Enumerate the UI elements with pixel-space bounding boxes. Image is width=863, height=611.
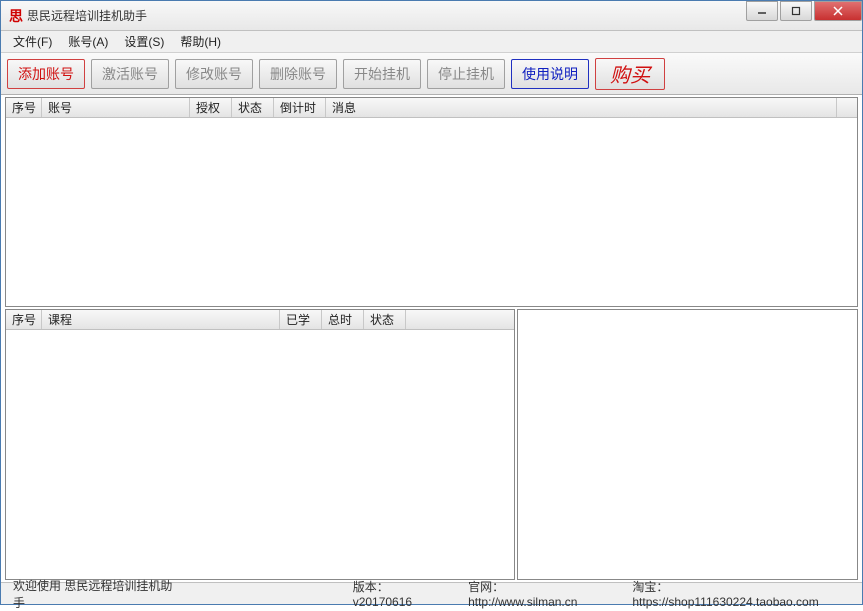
app-icon: 思 (9, 6, 23, 26)
start-hang-button[interactable]: 开始挂机 (343, 59, 421, 89)
status-site: 官网：http://www.silman.cn (462, 578, 616, 609)
accounts-pane: 序号 账号 授权 状态 倒计时 消息 (5, 97, 858, 307)
titlebar: 思 思民远程培训挂机助手 (1, 1, 862, 31)
window-title: 思民远程培训挂机助手 (27, 7, 147, 24)
content-area: 序号 账号 授权 状态 倒计时 消息 序号 课程 已学 总时 状态 (1, 95, 862, 582)
courses-pane: 序号 课程 已学 总时 状态 (5, 309, 515, 580)
col-status[interactable]: 状态 (232, 98, 274, 117)
col2-spacer (406, 310, 514, 329)
statusbar: 欢迎使用 思民远程培训挂机助手 版本：v20170616 官网：http://w… (1, 582, 862, 604)
accounts-table-body[interactable] (6, 118, 857, 306)
col2-status[interactable]: 状态 (364, 310, 406, 329)
status-version-label: 版本： (353, 580, 389, 594)
toolbar: 添加账号 激活账号 修改账号 删除账号 开始挂机 停止挂机 使用说明 购买 (1, 53, 862, 95)
col-auth[interactable]: 授权 (190, 98, 232, 117)
menubar: 文件(F) 账号(A) 设置(S) 帮助(H) (1, 31, 862, 53)
menu-help[interactable]: 帮助(H) (172, 31, 229, 52)
app-window: 思 思民远程培训挂机助手 文件(F) 账号(A) 设置(S) 帮助(H) 添加账… (0, 0, 863, 605)
status-shop: 淘宝：https://shop111630224.taobao.com (626, 578, 856, 609)
col-countdown[interactable]: 倒计时 (274, 98, 326, 117)
add-account-button[interactable]: 添加账号 (7, 59, 85, 89)
status-welcome: 欢迎使用 思民远程培训挂机助手 (7, 577, 187, 611)
menu-file[interactable]: 文件(F) (5, 31, 60, 52)
delete-account-button[interactable]: 删除账号 (259, 59, 337, 89)
courses-table-header: 序号 课程 已学 总时 状态 (6, 310, 514, 330)
minimize-button[interactable] (746, 1, 778, 21)
status-shop-label: 淘宝： (632, 580, 668, 594)
col-spacer (837, 98, 857, 117)
col2-learned[interactable]: 已学 (280, 310, 322, 329)
col-seq[interactable]: 序号 (6, 98, 42, 117)
menu-settings[interactable]: 设置(S) (116, 31, 172, 52)
col-message[interactable]: 消息 (326, 98, 837, 117)
col-account[interactable]: 账号 (42, 98, 190, 117)
instructions-button[interactable]: 使用说明 (511, 59, 589, 89)
courses-table-body[interactable] (6, 330, 514, 579)
close-button[interactable] (814, 1, 862, 21)
status-site-value[interactable]: http://www.silman.cn (468, 595, 577, 609)
detail-pane[interactable] (517, 309, 858, 580)
accounts-table-header: 序号 账号 授权 状态 倒计时 消息 (6, 98, 857, 118)
buy-button[interactable]: 购买 (595, 58, 665, 90)
activate-account-button[interactable]: 激活账号 (91, 59, 169, 89)
bottom-row: 序号 课程 已学 总时 状态 (5, 309, 858, 580)
col2-total[interactable]: 总时 (322, 310, 364, 329)
status-shop-value[interactable]: https://shop111630224.taobao.com (632, 595, 818, 609)
status-version-value: v20170616 (353, 595, 412, 609)
stop-hang-button[interactable]: 停止挂机 (427, 59, 505, 89)
status-site-label: 官网： (468, 580, 504, 594)
col2-course[interactable]: 课程 (42, 310, 280, 329)
modify-account-button[interactable]: 修改账号 (175, 59, 253, 89)
menu-account[interactable]: 账号(A) (60, 31, 116, 52)
maximize-button[interactable] (780, 1, 812, 21)
window-controls (744, 1, 862, 21)
status-version: 版本：v20170616 (347, 578, 452, 609)
col2-seq[interactable]: 序号 (6, 310, 42, 329)
